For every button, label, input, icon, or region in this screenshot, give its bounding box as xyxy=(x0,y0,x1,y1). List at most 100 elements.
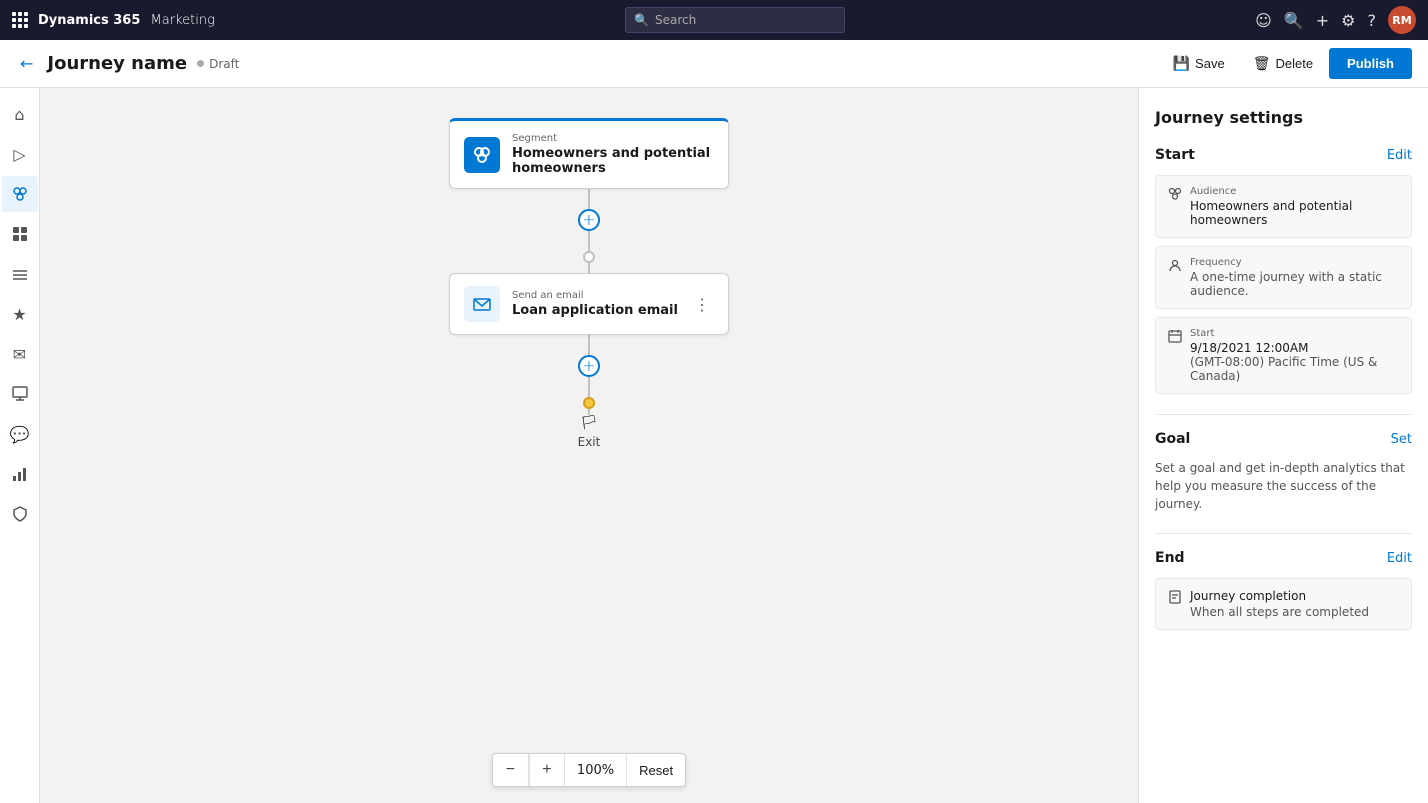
settings-icon[interactable]: ⚙ xyxy=(1341,11,1355,30)
add-step-button-2[interactable]: + xyxy=(578,355,600,377)
node-circle-2 xyxy=(583,397,595,409)
start-time-content: Start 9/18/2021 12:00AM (GMT-08:00) Paci… xyxy=(1190,328,1399,383)
end-edit-button[interactable]: Edit xyxy=(1387,551,1412,566)
goal-set-button[interactable]: Set xyxy=(1391,432,1412,447)
search-container: 🔍 Search xyxy=(225,7,1245,33)
app-name: Dynamics 365 Marketing xyxy=(38,13,215,28)
waffle-icon[interactable] xyxy=(12,12,28,28)
sidebar-item-assets[interactable] xyxy=(2,376,38,412)
sidebar-item-home[interactable]: ⌂ xyxy=(2,96,38,132)
segment-node[interactable]: Segment Homeowners and potential homeown… xyxy=(449,118,729,189)
delete-label: Delete xyxy=(1275,56,1313,71)
feedback-icon[interactable]: ☺ xyxy=(1255,11,1272,30)
draft-label: Draft xyxy=(209,57,239,71)
save-label: Save xyxy=(1195,56,1225,71)
search-icon-top[interactable]: 🔍 xyxy=(1284,11,1304,30)
app-logo: Dynamics 365 Marketing xyxy=(38,13,215,28)
end-section: End Edit Journey completion When all ste… xyxy=(1155,550,1412,630)
zoom-out-button[interactable]: − xyxy=(493,754,529,786)
publish-button[interactable]: Publish xyxy=(1329,48,1412,79)
frequency-card: Frequency A one-time journey with a stat… xyxy=(1155,246,1412,309)
save-icon: 💾 xyxy=(1173,55,1190,72)
audience-icon xyxy=(1168,187,1182,205)
email-node-type: Send an email xyxy=(512,290,678,301)
email-node[interactable]: Send an email Loan application email ⋮ xyxy=(449,273,729,335)
divider-1 xyxy=(1155,414,1412,415)
exit-flag-icon: 🏳 xyxy=(580,415,598,431)
sidebar-item-analytics[interactable] xyxy=(2,456,38,492)
journey-flow: Segment Homeowners and potential homeown… xyxy=(40,88,1138,803)
audience-card: Audience Homeowners and potential homeow… xyxy=(1155,175,1412,238)
completion-card: Journey completion When all steps are co… xyxy=(1155,578,1412,630)
sidebar-item-journeys[interactable]: ▷ xyxy=(2,136,38,172)
connector-2: + xyxy=(578,335,600,415)
segment-node-content: Segment Homeowners and potential homeown… xyxy=(512,133,714,176)
audience-value: Homeowners and potential homeowners xyxy=(1190,199,1399,227)
connector-line-short-1 xyxy=(588,263,590,273)
audience-content: Audience Homeowners and potential homeow… xyxy=(1190,186,1399,227)
plus-icon[interactable]: + xyxy=(1316,11,1329,30)
frequency-value: A one-time journey with a static audienc… xyxy=(1190,270,1399,298)
back-button[interactable]: ← xyxy=(16,50,37,77)
completion-card-row: Journey completion When all steps are co… xyxy=(1168,589,1399,619)
save-button[interactable]: 💾 Save xyxy=(1161,49,1237,78)
top-bar-actions: ☺ 🔍 + ⚙ ? RM xyxy=(1255,6,1416,34)
search-icon: 🔍 xyxy=(634,13,649,27)
end-section-header: End Edit xyxy=(1155,550,1412,566)
draft-dot xyxy=(197,60,204,67)
help-icon[interactable]: ? xyxy=(1368,11,1377,30)
start-time-icon xyxy=(1168,329,1182,347)
audience-label: Audience xyxy=(1190,186,1399,197)
connector-line-top-2 xyxy=(588,335,590,355)
delete-button[interactable]: 🗑 Delete xyxy=(1241,49,1325,78)
frequency-icon xyxy=(1168,258,1182,276)
sidebar-item-conversations[interactable]: 💬 xyxy=(2,416,38,452)
node-circle-1 xyxy=(583,251,595,263)
zoom-level-display: 100% xyxy=(565,754,627,786)
exit-label: Exit xyxy=(578,435,601,449)
zoom-in-button[interactable]: + xyxy=(529,754,565,786)
completion-content: Journey completion When all steps are co… xyxy=(1190,589,1369,619)
start-timezone-value: (GMT-08:00) Pacific Time (US & Canada) xyxy=(1190,355,1399,383)
email-node-content: Send an email Loan application email xyxy=(512,290,678,318)
sidebar-item-elements[interactable] xyxy=(2,216,38,252)
search-placeholder: Search xyxy=(655,13,696,27)
sidebar-item-messages[interactable]: ✉ xyxy=(2,336,38,372)
divider-2 xyxy=(1155,533,1412,534)
start-section: Start Edit Audience Homeowners and poten… xyxy=(1155,147,1412,394)
goal-section: Goal Set Set a goal and get in-depth ana… xyxy=(1155,431,1412,513)
journey-settings-panel: Journey settings Start Edit Audience Hom… xyxy=(1138,88,1428,803)
segment-node-label: Homeowners and potential homeowners xyxy=(512,146,714,176)
connector-line-bottom-2 xyxy=(588,377,590,397)
start-section-title: Start xyxy=(1155,147,1195,163)
delete-icon: 🗑 xyxy=(1253,55,1271,72)
zoom-controls: − + 100% Reset xyxy=(492,753,686,787)
add-step-button-1[interactable]: + xyxy=(578,209,600,231)
journey-canvas: Segment Homeowners and potential homeown… xyxy=(40,88,1138,803)
email-node-menu-button[interactable]: ⋮ xyxy=(690,291,714,318)
frequency-card-row: Frequency A one-time journey with a stat… xyxy=(1168,257,1399,298)
start-edit-button[interactable]: Edit xyxy=(1387,148,1412,163)
sidebar-item-segments[interactable] xyxy=(2,176,38,212)
email-node-label: Loan application email xyxy=(512,303,678,318)
command-bar: ← Journey name Draft 💾 Save 🗑 Delete Pub… xyxy=(0,40,1428,88)
panel-title: Journey settings xyxy=(1155,108,1412,127)
top-navigation-bar: Dynamics 365 Marketing 🔍 Search ☺ 🔍 + ⚙ … xyxy=(0,0,1428,40)
completion-icon xyxy=(1168,590,1182,608)
avatar[interactable]: RM xyxy=(1388,6,1416,34)
start-date-value: 9/18/2021 12:00AM xyxy=(1190,341,1399,355)
sidebar-item-triggers[interactable] xyxy=(2,256,38,292)
search-input[interactable]: 🔍 Search xyxy=(625,7,845,33)
end-section-title: End xyxy=(1155,550,1185,566)
start-time-label: Start xyxy=(1190,328,1399,339)
sidebar-item-insights[interactable]: ★ xyxy=(2,296,38,332)
audience-card-row: Audience Homeowners and potential homeow… xyxy=(1168,186,1399,227)
sidebar-item-compliance[interactable] xyxy=(2,496,38,532)
frequency-content: Frequency A one-time journey with a stat… xyxy=(1190,257,1399,298)
goal-description: Set a goal and get in-depth analytics th… xyxy=(1155,459,1412,513)
goal-section-header: Goal Set xyxy=(1155,431,1412,447)
connector-line-top-1 xyxy=(588,189,590,209)
status-badge: Draft xyxy=(197,57,239,71)
zoom-reset-button[interactable]: Reset xyxy=(627,754,685,786)
toolbar-actions: 💾 Save 🗑 Delete Publish xyxy=(1161,48,1412,79)
